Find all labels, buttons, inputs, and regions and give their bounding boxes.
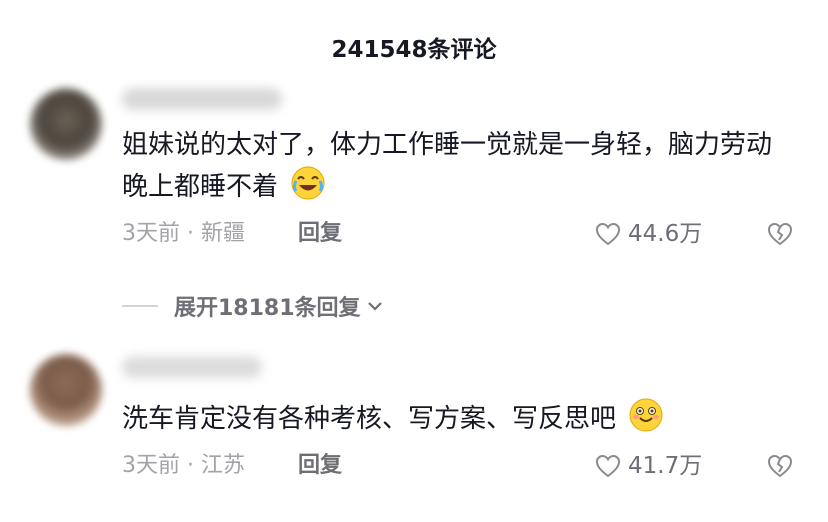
- username-blurred[interactable]: [122, 88, 282, 110]
- expand-replies-button[interactable]: 展开18181条回复: [122, 290, 385, 322]
- crying-laughing-emoji-icon: [291, 166, 325, 200]
- like-count: 44.6万: [628, 221, 703, 247]
- time-location: 3天前 · 新疆: [122, 221, 245, 246]
- reply-button[interactable]: 回复: [298, 218, 342, 250]
- avatar[interactable]: [30, 354, 102, 426]
- heart-outline-icon: [595, 222, 621, 246]
- time-location: 3天前 · 江苏: [122, 453, 245, 478]
- comment-body: 洗车肯定没有各种考核、写方案、写反思吧: [122, 404, 617, 434]
- reply-button[interactable]: 回复: [298, 450, 342, 482]
- like-button[interactable]: 44.6万: [594, 218, 702, 250]
- broken-heart-icon[interactable]: [766, 220, 794, 248]
- broken-heart-icon[interactable]: [766, 452, 794, 480]
- avatar[interactable]: [30, 88, 102, 160]
- chevron-down-icon: [367, 302, 382, 311]
- heart-outline-icon: [595, 454, 621, 478]
- comment-meta: 3天前 · 新疆 回复 44.6万: [122, 218, 802, 250]
- comment-text: 洗车肯定没有各种考核、写方案、写反思吧: [122, 397, 792, 439]
- comment-text: 姐妹说的太对了，体力工作睡一觉就是一身轻，脑力劳动晚上都睡不着: [122, 125, 792, 207]
- like-button[interactable]: 41.7万: [594, 450, 702, 482]
- expand-replies-label: 展开18181条回复: [174, 296, 361, 321]
- comment-count-title: 241548条评论: [331, 37, 497, 63]
- comment-meta: 3天前 · 江苏 回复 41.7万: [122, 450, 802, 482]
- like-count: 41.7万: [628, 453, 703, 479]
- comment-body: 姐妹说的太对了，体力工作睡一觉就是一身轻，脑力劳动晚上都睡不着: [122, 130, 773, 202]
- divider-line: [122, 305, 158, 307]
- grinning-emoji-icon: [629, 398, 663, 432]
- comment-panel: 241548条评论 姐妹说的太对了，体力工作睡一觉就是一身轻，脑力劳动晚上都睡不…: [0, 0, 828, 522]
- username-blurred[interactable]: [122, 356, 262, 378]
